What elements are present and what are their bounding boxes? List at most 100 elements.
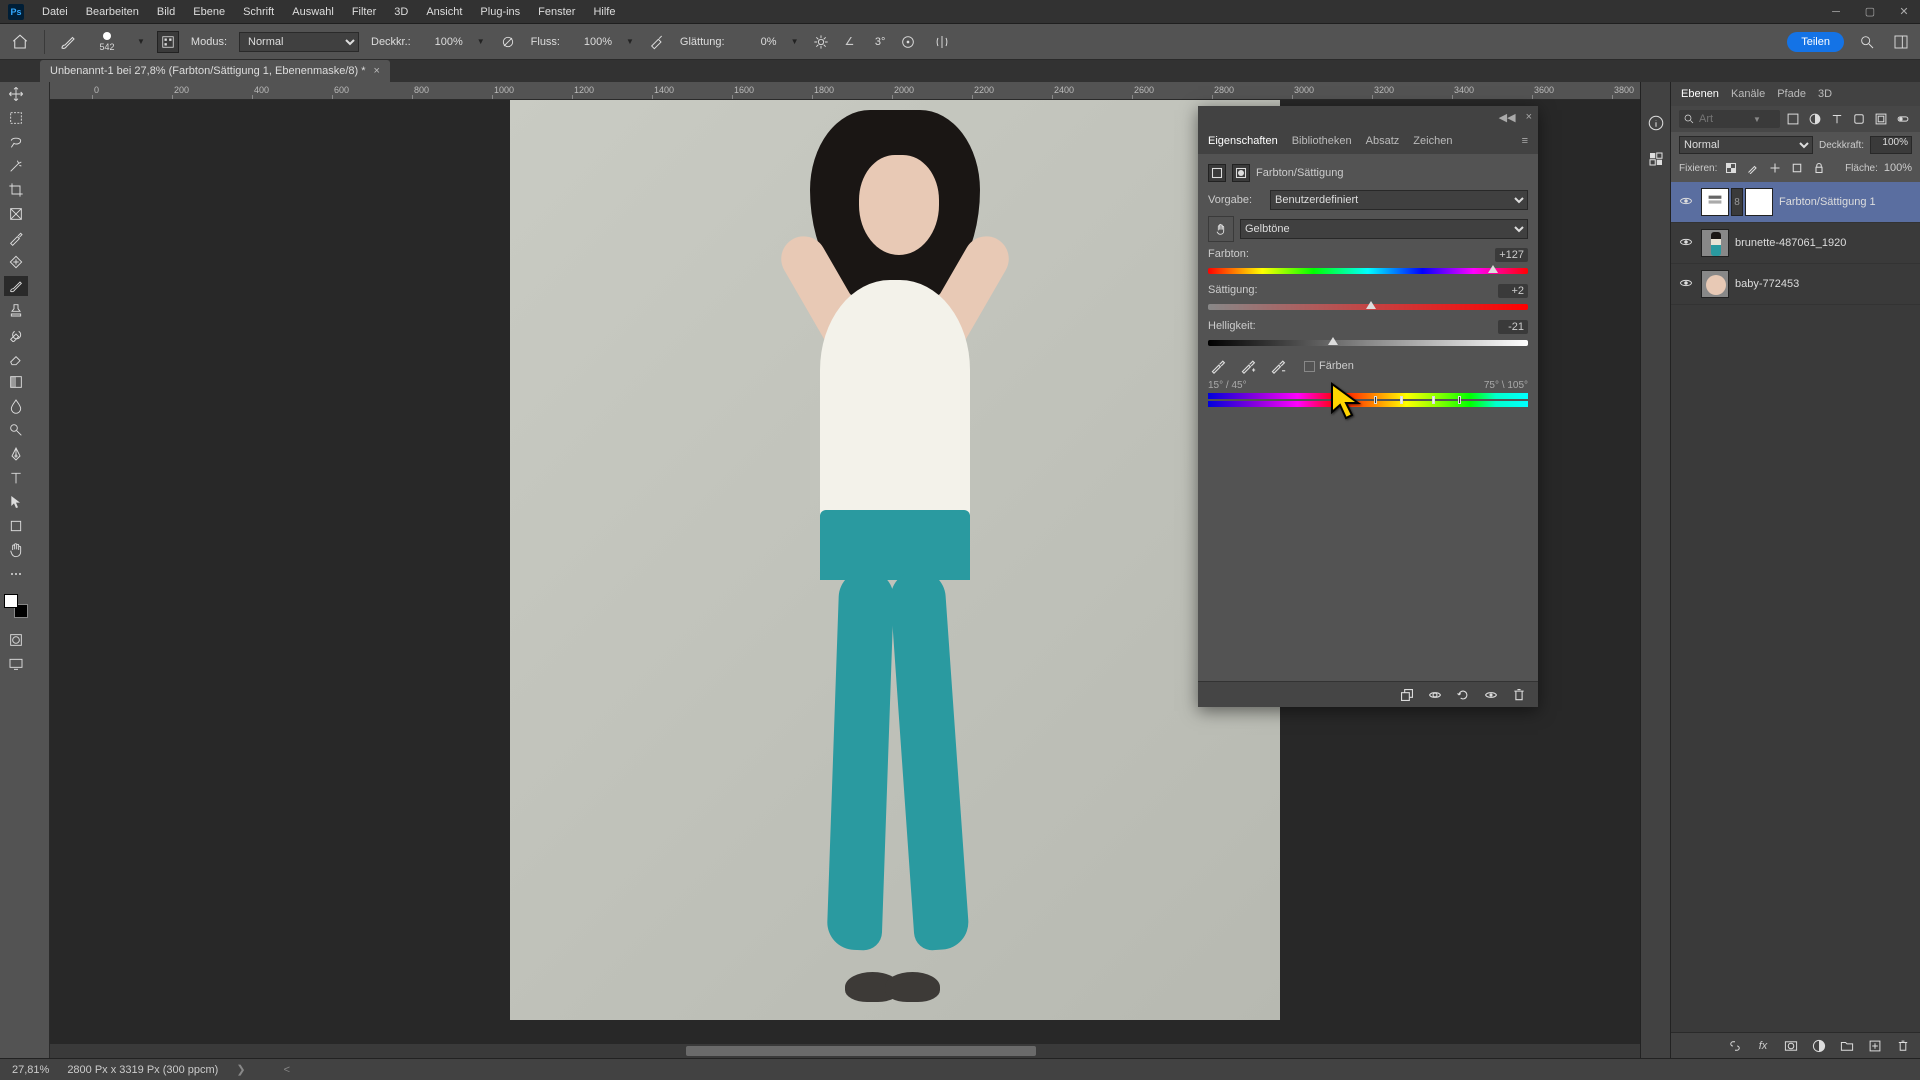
flow-value[interactable]: 100% <box>572 36 612 48</box>
airbrush-icon[interactable] <box>646 31 668 53</box>
pen-tool[interactable] <box>4 444 28 464</box>
lock-all-icon[interactable] <box>1811 160 1827 176</box>
filter-smart-icon[interactable] <box>1872 110 1890 128</box>
close-panel-icon[interactable]: × <box>1526 111 1532 123</box>
link-layers-icon[interactable] <box>1726 1037 1744 1055</box>
lightness-value[interactable]: -21 <box>1498 320 1528 334</box>
clip-to-layer-icon[interactable] <box>1398 686 1416 704</box>
reset-icon[interactable] <box>1454 686 1472 704</box>
menu-fenster[interactable]: Fenster <box>538 6 575 18</box>
tab-layers[interactable]: Ebenen <box>1681 88 1719 100</box>
opacity-value[interactable]: 100% <box>423 36 463 48</box>
menu-schrift[interactable]: Schrift <box>243 6 274 18</box>
workspace-switcher-icon[interactable] <box>1890 31 1912 53</box>
menu-bild[interactable]: Bild <box>157 6 175 18</box>
layer-row[interactable]: 8Farbton/Sättigung 1 <box>1671 182 1920 223</box>
layer-row[interactable]: brunette-487061_1920 <box>1671 223 1920 264</box>
lock-transparency-icon[interactable] <box>1723 160 1739 176</box>
close-window-button[interactable]: ✕ <box>1896 6 1912 18</box>
new-layer-icon[interactable] <box>1866 1037 1884 1055</box>
hand-tool[interactable] <box>4 540 28 560</box>
lasso-tool[interactable] <box>4 132 28 152</box>
home-button[interactable] <box>8 30 32 54</box>
tab-properties[interactable]: Eigenschaften <box>1208 135 1278 147</box>
chevron-down-icon[interactable]: ▼ <box>791 37 799 46</box>
visibility-eye-icon[interactable] <box>1679 276 1695 293</box>
smoothing-value[interactable]: 0% <box>737 36 777 48</box>
quickmask-toggle[interactable] <box>4 630 28 650</box>
zoom-level[interactable]: 27,81% <box>12 1064 49 1076</box>
tab-3d[interactable]: 3D <box>1818 88 1832 100</box>
chevron-down-icon[interactable]: ▼ <box>626 37 634 46</box>
menu-ansicht[interactable]: Ansicht <box>426 6 462 18</box>
angle-value[interactable]: 3° <box>857 36 885 48</box>
close-tab-icon[interactable]: × <box>374 65 380 77</box>
brush-tool-icon[interactable] <box>57 31 79 53</box>
layer-filter-input[interactable] <box>1699 113 1749 125</box>
collapse-panel-icon[interactable]: ◀◀ <box>1499 111 1516 124</box>
lightness-slider[interactable] <box>1208 340 1528 346</box>
lock-position-icon[interactable] <box>1767 160 1783 176</box>
lock-pixels-icon[interactable] <box>1745 160 1761 176</box>
new-group-icon[interactable] <box>1838 1037 1856 1055</box>
layer-opacity-value[interactable]: 100% <box>1870 136 1912 154</box>
dodge-tool[interactable] <box>4 420 28 440</box>
tab-character[interactable]: Zeichen <box>1413 135 1452 147</box>
tab-paths[interactable]: Pfade <box>1777 88 1806 100</box>
hue-value[interactable]: +127 <box>1495 248 1528 262</box>
mask-icon[interactable] <box>1232 164 1250 182</box>
view-previous-icon[interactable] <box>1426 686 1444 704</box>
tab-libraries[interactable]: Bibliotheken <box>1292 135 1352 147</box>
scrubby-hand-icon[interactable] <box>1208 216 1234 242</box>
stamp-tool[interactable] <box>4 300 28 320</box>
menu-filter[interactable]: Filter <box>352 6 376 18</box>
layer-blend-mode[interactable]: Normal <box>1679 136 1813 154</box>
document-tab[interactable]: Unbenannt-1 bei 27,8% (Farbton/Sättigung… <box>40 60 390 82</box>
horizontal-scrollbar[interactable] <box>50 1044 1640 1058</box>
delete-layer-icon[interactable] <box>1894 1037 1912 1055</box>
menu-datei[interactable]: Datei <box>42 6 68 18</box>
foreground-background-colors[interactable] <box>4 594 28 618</box>
lock-artboard-icon[interactable] <box>1789 160 1805 176</box>
marquee-tool[interactable] <box>4 108 28 128</box>
crop-tool[interactable] <box>4 180 28 200</box>
blur-tool[interactable] <box>4 396 28 416</box>
shape-tool[interactable] <box>4 516 28 536</box>
share-button[interactable]: Teilen <box>1787 32 1844 52</box>
filter-shape-icon[interactable] <box>1850 110 1868 128</box>
eyedropper-add-icon[interactable] <box>1238 356 1258 376</box>
panel-menu-icon[interactable]: ≡ <box>1522 135 1528 147</box>
eyedropper-set-icon[interactable] <box>1208 356 1228 376</box>
add-mask-icon[interactable] <box>1782 1037 1800 1055</box>
blend-mode-select[interactable]: Normal <box>239 32 359 52</box>
wand-tool[interactable] <box>4 156 28 176</box>
channel-select[interactable]: Gelbtöne <box>1240 219 1528 239</box>
search-icon[interactable] <box>1856 31 1878 53</box>
colorize-checkbox[interactable]: Färben <box>1304 360 1354 372</box>
new-adjustment-icon[interactable] <box>1810 1037 1828 1055</box>
eyedropper-subtract-icon[interactable] <box>1268 356 1288 376</box>
hue-slider[interactable] <box>1208 268 1528 274</box>
layer-name[interactable]: brunette-487061_1920 <box>1735 237 1846 249</box>
history-brush-tool[interactable] <box>4 324 28 344</box>
swatches-panel-icon[interactable] <box>1645 148 1667 170</box>
chevron-down-icon[interactable]: ▼ <box>477 37 485 46</box>
screenmode-toggle[interactable] <box>4 654 28 674</box>
tab-paragraph[interactable]: Absatz <box>1366 135 1400 147</box>
preset-select[interactable]: Benutzerdefiniert <box>1270 190 1528 210</box>
symmetry-icon[interactable] <box>931 31 953 53</box>
fx-icon[interactable]: fx <box>1754 1037 1772 1055</box>
mask-thumb[interactable] <box>1745 188 1773 216</box>
filter-adjust-icon[interactable] <box>1806 110 1824 128</box>
fill-value[interactable]: 100% <box>1884 162 1912 174</box>
frame-tool[interactable] <box>4 204 28 224</box>
gradient-tool[interactable] <box>4 372 28 392</box>
type-tool[interactable] <box>4 468 28 488</box>
chevron-down-icon[interactable]: ▼ <box>137 37 145 46</box>
minimize-button[interactable]: ─ <box>1828 6 1844 18</box>
smoothing-options-icon[interactable] <box>810 31 832 53</box>
menu-3d[interactable]: 3D <box>394 6 408 18</box>
layer-name[interactable]: Farbton/Sättigung 1 <box>1779 196 1876 208</box>
status-menu-icon[interactable]: ❯ <box>236 1063 245 1076</box>
visibility-eye-icon[interactable] <box>1679 194 1695 211</box>
